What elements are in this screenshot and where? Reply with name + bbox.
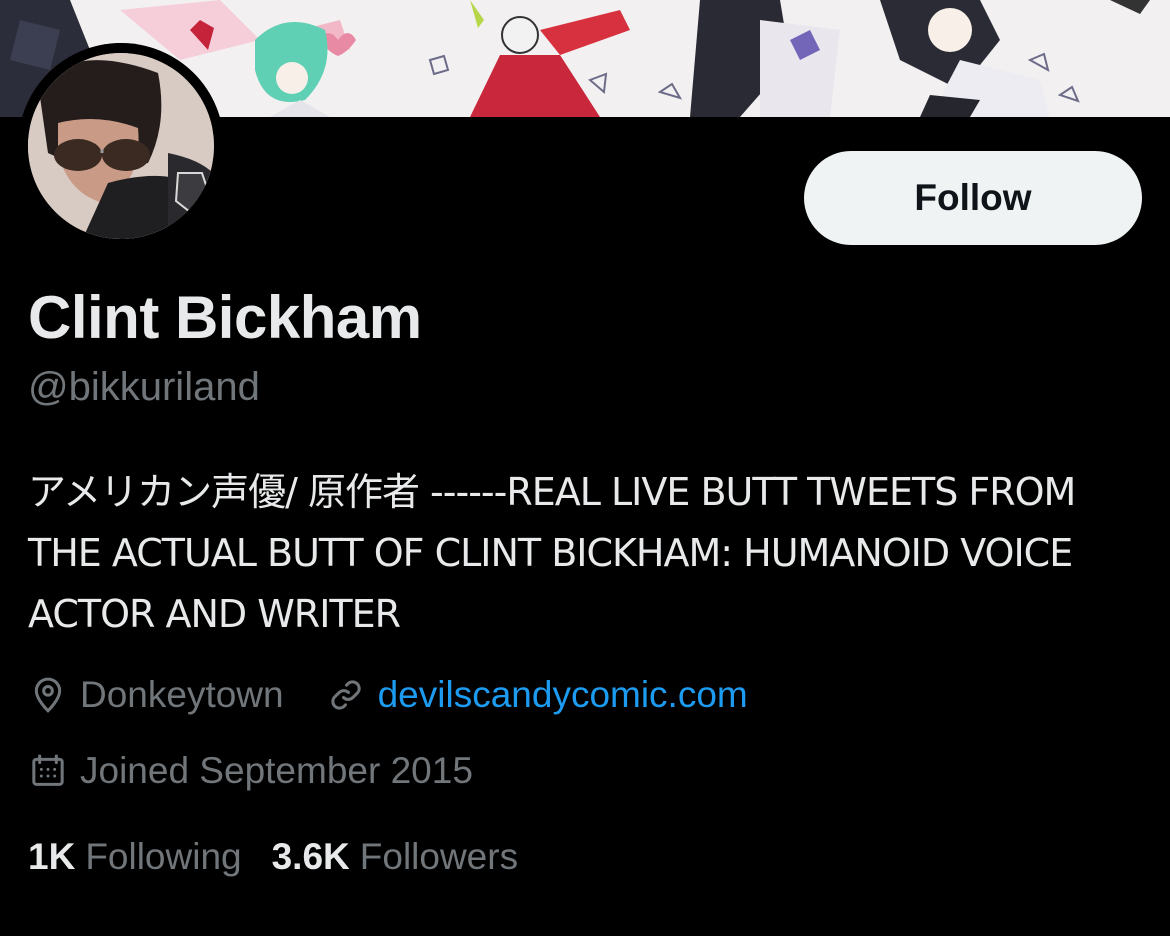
follow-button[interactable]: Follow: [804, 151, 1142, 245]
followers-stat[interactable]: 3.6K Followers: [272, 836, 518, 878]
profile-handle: @bikkuriland: [28, 365, 260, 409]
profile-avatar[interactable]: [18, 43, 224, 249]
link-icon: [330, 680, 361, 710]
location-item: Donkeytown: [28, 674, 284, 716]
following-count: 1K: [28, 836, 76, 877]
following-label: Following: [85, 836, 242, 877]
followers-label: Followers: [359, 836, 519, 877]
joined-item: Joined September 2015: [28, 750, 473, 792]
website-link[interactable]: devilscandycomic.com: [378, 674, 748, 716]
website-item: devilscandycomic.com: [326, 674, 748, 716]
calendar-icon: [32, 754, 64, 786]
joined-text: Joined September 2015: [80, 750, 473, 791]
profile-stats: 1K Following 3.6K Followers: [28, 832, 548, 882]
avatar-photo: [18, 43, 224, 249]
profile-name: Clint Bickham: [28, 284, 422, 351]
following-stat[interactable]: 1K Following: [28, 836, 242, 878]
profile-meta-row: Donkeytown devilscandycomic.com: [28, 670, 790, 720]
profile-bio: アメリカン声優/ 原作者 ------REAL LIVE BUTT TWEETS…: [28, 470, 1076, 636]
followers-count: 3.6K: [271, 836, 350, 877]
location-text: Donkeytown: [80, 674, 284, 715]
joined-row: Joined September 2015: [28, 746, 515, 796]
map-pin-icon: [34, 677, 62, 713]
